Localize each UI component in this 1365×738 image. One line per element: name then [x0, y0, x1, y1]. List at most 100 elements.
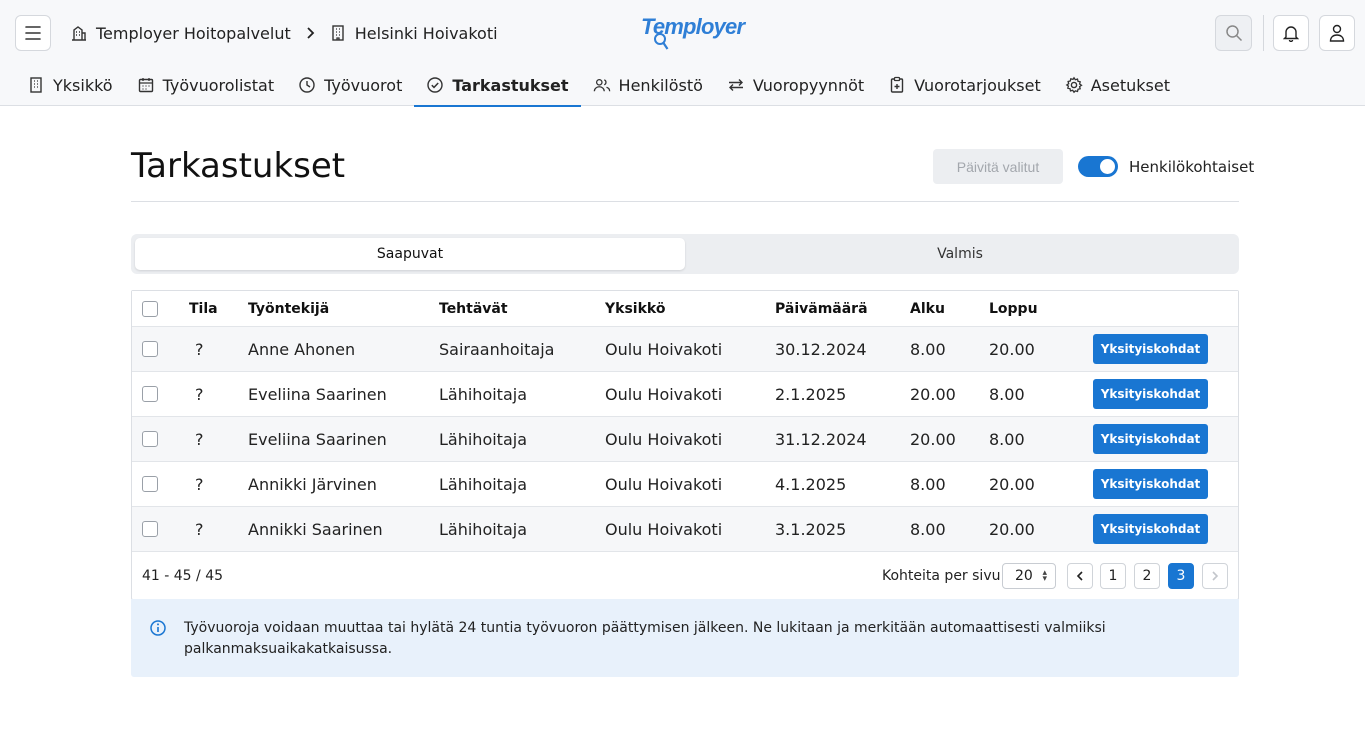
employee-name: Anne Ahonen — [248, 339, 356, 359]
unit-name: Oulu Hoivakoti — [605, 519, 723, 539]
breadcrumb-organization[interactable]: Temployer Hoitopalvelut — [96, 24, 291, 43]
tab-vuoropyynnot[interactable]: Vuoropyynnöt — [715, 64, 876, 106]
shift-start: 20.00 — [910, 384, 956, 404]
hamburger-icon — [25, 26, 41, 40]
page-title: Tarkastukset — [131, 146, 346, 186]
tab-saapuvat[interactable]: Saapuvat — [135, 238, 685, 270]
task-name: Lähihoitaja — [439, 474, 528, 494]
per-page-value: 20 — [1015, 568, 1033, 584]
status-unknown-icon: ? — [195, 384, 204, 404]
result-range: 41 - 45 / 45 — [142, 568, 224, 584]
search-icon — [1225, 25, 1242, 42]
row-checkbox[interactable] — [142, 431, 158, 447]
status-tabs: Saapuvat Valmis — [131, 234, 1239, 274]
swap-icon — [727, 76, 745, 94]
tab-label: Työvuorolistat — [162, 75, 275, 95]
update-selected-button[interactable]: Päivitä valitut — [933, 149, 1063, 184]
details-button[interactable]: Yksityiskohdat — [1093, 379, 1208, 409]
table-header: Tila Työntekijä Tehtävät Yksikkö Päivämä… — [132, 291, 1238, 327]
bell-icon — [1283, 26, 1299, 42]
unit-name: Oulu Hoivakoti — [605, 384, 723, 404]
chevron-right-icon — [1212, 571, 1219, 581]
tab-yksikko[interactable]: Yksikkö — [15, 64, 125, 106]
status-unknown-icon: ? — [195, 474, 204, 494]
select-all-checkbox[interactable] — [142, 300, 158, 317]
page-button-1[interactable]: 1 — [1100, 563, 1126, 589]
shift-date: 3.1.2025 — [775, 519, 847, 539]
row-checkbox[interactable] — [142, 476, 158, 492]
shift-end: 8.00 — [989, 384, 1025, 404]
status-unknown-icon: ? — [195, 339, 204, 359]
unit-name: Oulu Hoivakoti — [605, 429, 723, 449]
tab-asetukset[interactable]: Asetukset — [1053, 64, 1182, 106]
tab-label: Yksikkö — [53, 75, 113, 95]
task-name: Lähihoitaja — [439, 429, 528, 449]
employee-name: Annikki Saarinen — [248, 519, 383, 539]
menu-button[interactable] — [15, 15, 51, 51]
search-button[interactable] — [1215, 15, 1252, 51]
page-button-2[interactable]: 2 — [1134, 563, 1160, 589]
per-page-select[interactable]: 20 ▴ ▾ — [1002, 563, 1056, 589]
page-button-3[interactable]: 3 — [1168, 563, 1194, 589]
table-row: ? Eveliina Saarinen Lähihoitaja Oulu Hoi… — [132, 372, 1238, 417]
task-name: Sairaanhoitaja — [439, 339, 555, 359]
details-button[interactable]: Yksityiskohdat — [1093, 514, 1208, 544]
status-unknown-icon: ? — [195, 429, 204, 449]
chevron-left-icon — [1076, 571, 1083, 581]
details-button[interactable]: Yksityiskohdat — [1093, 424, 1208, 454]
next-page-button[interactable] — [1202, 563, 1228, 589]
info-icon — [150, 620, 166, 636]
column-header-task[interactable]: Tehtävät — [439, 291, 508, 326]
organization-icon — [70, 24, 88, 42]
row-checkbox[interactable] — [142, 386, 158, 402]
tab-label: Asetukset — [1090, 75, 1170, 95]
shift-end: 20.00 — [989, 474, 1035, 494]
tab-henkilosto[interactable]: Henkilöstö — [581, 64, 715, 106]
calendar-icon — [137, 76, 155, 94]
details-button[interactable]: Yksityiskohdat — [1093, 334, 1208, 364]
tab-vuorotarjoukset[interactable]: Vuorotarjoukset — [876, 64, 1053, 106]
info-text: Työvuoroja voidaan muuttaa tai hylätä 24… — [184, 620, 1106, 657]
tab-tyovuorot[interactable]: Työvuorot — [286, 64, 414, 106]
employee-name: Annikki Järvinen — [248, 474, 377, 494]
title-divider — [131, 201, 1239, 202]
chevron-right-icon — [305, 27, 315, 39]
user-menu-button[interactable] — [1319, 15, 1355, 51]
personal-toggle[interactable] — [1078, 156, 1118, 177]
updown-chevron-icon: ▴ ▾ — [1042, 568, 1047, 584]
column-header-unit[interactable]: Yksikkö — [605, 291, 665, 326]
breadcrumb-unit[interactable]: Helsinki Hoivakoti — [355, 24, 498, 43]
shift-end: 8.00 — [989, 429, 1025, 449]
task-name: Lähihoitaja — [439, 384, 528, 404]
unit-name: Oulu Hoivakoti — [605, 474, 723, 494]
table-row: ? Annikki Saarinen Lähihoitaja Oulu Hoiv… — [132, 507, 1238, 552]
notifications-button[interactable] — [1273, 15, 1309, 51]
inspections-table: Tila Työntekijä Tehtävät Yksikkö Päivämä… — [131, 290, 1239, 600]
tab-label: Vuoropyynnöt — [752, 75, 865, 95]
user-icon — [1329, 24, 1345, 42]
column-header-employee[interactable]: Työntekijä — [248, 291, 329, 326]
column-header-start[interactable]: Alku — [910, 291, 945, 326]
tab-valmis[interactable]: Valmis — [685, 238, 1235, 270]
gear-icon — [1065, 76, 1083, 94]
row-checkbox[interactable] — [142, 521, 158, 537]
pagination-bar: 41 - 45 / 45 Kohteita per sivu 20 ▴ ▾ 1 2… — [132, 552, 1238, 600]
column-header-date[interactable]: Päivämäärä — [775, 291, 868, 326]
table-row: ? Eveliina Saarinen Lähihoitaja Oulu Hoi… — [132, 417, 1238, 462]
prev-page-button[interactable] — [1067, 563, 1093, 589]
people-icon — [593, 76, 611, 94]
column-header-end[interactable]: Loppu — [989, 291, 1038, 326]
breadcrumb: Temployer Hoitopalvelut Helsinki Hoivako… — [70, 22, 498, 44]
per-page-label: Kohteita per sivu — [882, 568, 1001, 584]
details-button[interactable]: Yksityiskohdat — [1093, 469, 1208, 499]
table-row: ? Anne Ahonen Sairaanhoitaja Oulu Hoivak… — [132, 327, 1238, 372]
row-checkbox[interactable] — [142, 341, 158, 357]
temployer-logo: Temployer — [641, 12, 745, 52]
shift-start: 8.00 — [910, 519, 946, 539]
tab-tyovuorolistat[interactable]: Työvuorolistat — [125, 64, 287, 106]
shift-date: 31.12.2024 — [775, 429, 867, 449]
info-notice: Työvuoroja voidaan muuttaa tai hylätä 24… — [131, 599, 1239, 677]
column-header-status[interactable]: Tila — [189, 291, 218, 326]
tab-tarkastukset[interactable]: Tarkastukset — [414, 64, 581, 107]
shift-end: 20.00 — [989, 339, 1035, 359]
